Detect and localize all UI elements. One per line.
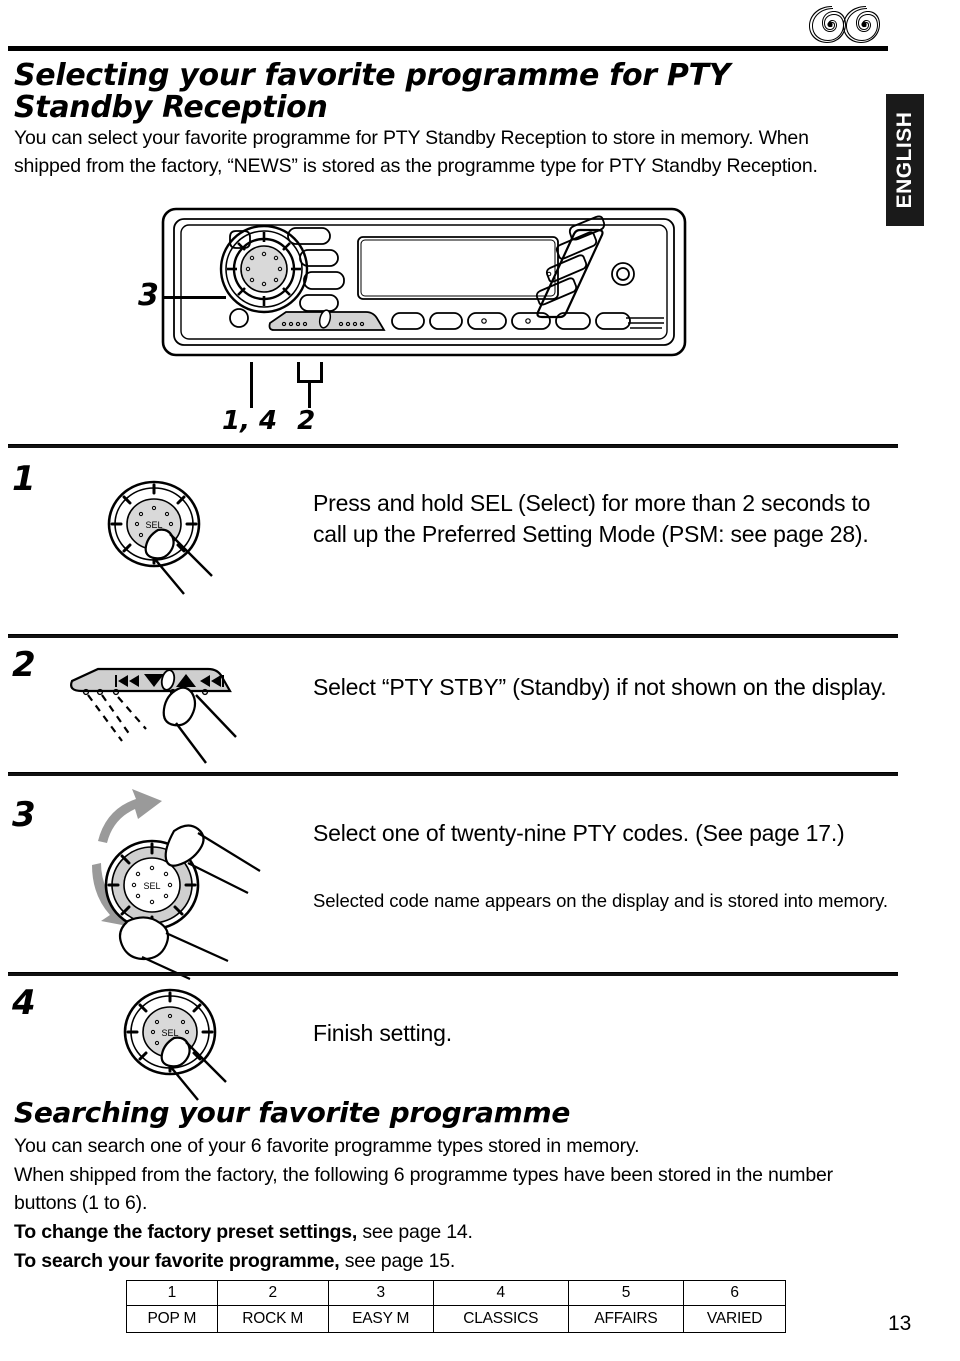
section-line-3: To change the factory preset settings, s… <box>14 1218 894 1247</box>
preset-type-cell: AFFAIRS <box>567 1305 685 1333</box>
figure-callouts: 1, 4 2 <box>222 406 315 436</box>
callout-updown-number: 2 <box>297 406 316 436</box>
cd-double-spiral-logo <box>806 2 886 46</box>
rule-above-step-3 <box>8 772 898 776</box>
intro-paragraph: You can select your favorite programme f… <box>14 127 818 178</box>
callout-sel-leader <box>250 362 253 408</box>
preset-number-cell: 4 <box>432 1280 569 1306</box>
step-4-number: 4 <box>12 983 36 1023</box>
preset-types-table: 1 2 3 4 5 6 POP M ROCK M EASY M CLASSICS… <box>126 1280 786 1333</box>
sel-knob-press-icon-step4: SEL <box>112 982 252 1107</box>
table-row-numbers: 1 2 3 4 5 6 <box>126 1280 786 1306</box>
sel-knob-rotate-icon: SEL <box>70 789 275 983</box>
preset-type-cell: EASY M <box>327 1305 434 1333</box>
preset-type-cell: CLASSICS <box>432 1305 569 1333</box>
preset-type-cell: POP M <box>126 1305 218 1333</box>
section-line-4-bold: To search your favorite programme, <box>14 1249 340 1272</box>
section-line-3-bold: To change the factory preset settings, <box>14 1220 358 1243</box>
car-stereo-illustration <box>160 206 690 361</box>
language-tab-label: ENGLISH <box>893 111 916 209</box>
preset-number-cell: 1 <box>126 1280 218 1306</box>
table-row-types: POP M ROCK M EASY M CLASSICS AFFAIRS VAR… <box>126 1305 786 1333</box>
section-line-2: When shipped from the factory, the follo… <box>14 1163 833 1215</box>
language-tab-english: ENGLISH <box>886 94 924 226</box>
preset-number-cell: 2 <box>216 1280 329 1306</box>
step-1-number: 1 <box>12 459 36 499</box>
rule-above-step-2 <box>8 634 898 638</box>
page-title: Selecting your favorite programme for PT… <box>14 58 731 126</box>
svg-text:SEL: SEL <box>143 881 160 891</box>
section-line-3-rest: see page 14. <box>357 1220 473 1243</box>
step-2-text: Select “PTY STBY” (Standby) if not shown… <box>313 674 887 700</box>
step-3-text: Select one of twenty-nine PTY codes. (Se… <box>313 820 845 846</box>
svg-text:SEL: SEL <box>161 1028 178 1038</box>
callout-updown-leader-c <box>308 380 311 408</box>
sel-knob-press-icon: SEL <box>96 472 236 602</box>
rule-above-step-1 <box>8 444 898 448</box>
header-rule <box>8 46 888 51</box>
preset-type-cell: ROCK M <box>216 1305 329 1333</box>
step-3-subtext: Selected code name appears on the displa… <box>313 890 888 911</box>
rule-above-step-4 <box>8 972 898 976</box>
up-down-buttons-icon <box>60 655 255 770</box>
callout-sel-number: 1, 4 <box>222 406 278 436</box>
preset-number-cell: 6 <box>683 1280 786 1306</box>
step-1-text: Press and hold SEL (Select) for more tha… <box>313 490 871 548</box>
step-3-number: 3 <box>12 795 36 835</box>
preset-number-cell: 3 <box>327 1280 434 1306</box>
section-line-4-rest: see page 15. <box>339 1249 456 1272</box>
section-line-1: You can search one of your 6 favorite pr… <box>14 1135 640 1157</box>
preset-type-cell: VARIED <box>683 1305 786 1333</box>
step-4-text: Finish setting. <box>313 1020 452 1046</box>
step-2-number: 2 <box>12 645 36 685</box>
page-number: 13 <box>888 1312 912 1335</box>
callout-knob-number: 3 <box>138 278 159 313</box>
callout-updown-leader-a <box>297 362 300 382</box>
callout-updown-leader-b <box>320 362 323 382</box>
section-title: Searching your favorite programme <box>14 1096 571 1129</box>
section-body: You can search one of your 6 favorite pr… <box>14 1132 894 1275</box>
svg-text:SEL: SEL <box>145 520 162 530</box>
section-line-4: To search your favorite programme, see p… <box>14 1247 894 1276</box>
preset-number-cell: 5 <box>567 1280 685 1306</box>
